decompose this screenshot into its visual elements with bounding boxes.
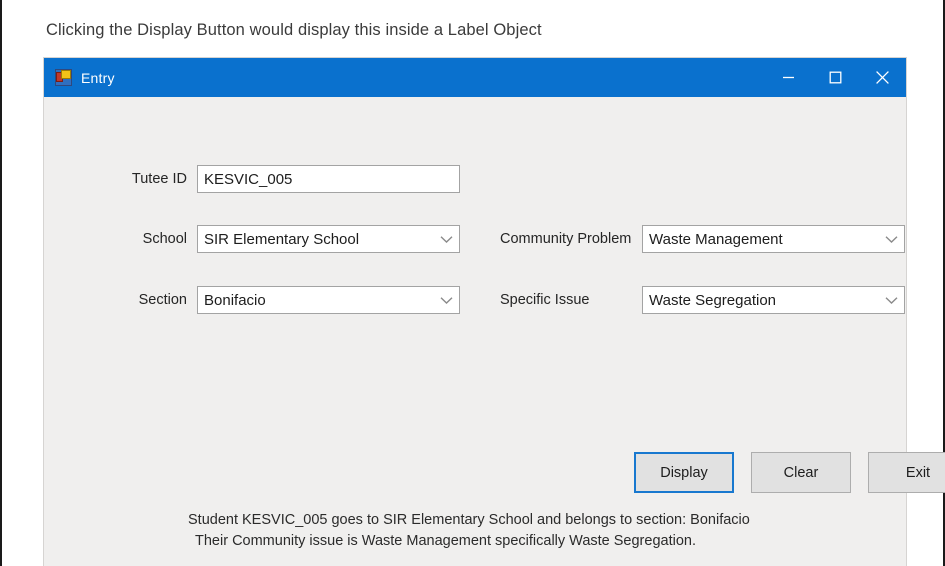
chevron-down-icon[interactable]	[878, 235, 904, 244]
specific-issue-label: Specific Issue	[500, 292, 590, 308]
school-select[interactable]: SIR Elementary School	[197, 225, 460, 253]
tutee-id-input[interactable]: KESVIC_005	[197, 165, 460, 193]
output-line-1: Student KESVIC_005 goes to SIR Elementar…	[188, 512, 750, 528]
specific-issue-value: Waste Segregation	[649, 291, 777, 309]
minimize-icon[interactable]	[765, 58, 812, 97]
specific-issue-select[interactable]: Waste Segregation	[642, 286, 905, 314]
window-controls	[765, 58, 906, 97]
clear-button[interactable]: Clear	[751, 452, 851, 493]
chevron-down-icon[interactable]	[433, 235, 459, 244]
field-tutee-id: Tutee ID KESVIC_005	[104, 165, 460, 193]
output-label: Student KESVIC_005 goes to SIR Elementar…	[188, 510, 788, 552]
community-problem-label: Community Problem	[500, 231, 632, 247]
field-school: School SIR Elementary School	[104, 225, 460, 253]
window-titlebar[interactable]: Entry	[44, 58, 906, 97]
vb-form-icon	[55, 69, 72, 86]
community-problem-value: Waste Management	[649, 230, 783, 248]
tutee-id-label: Tutee ID	[131, 171, 187, 187]
chevron-down-icon[interactable]	[878, 296, 904, 305]
school-label: School	[142, 231, 187, 247]
page-caption: Clicking the Display Button would displa…	[46, 21, 542, 39]
section-label: Section	[138, 292, 187, 308]
entry-window: Entry Tutee ID KESVIC_005 School SIR Ele…	[44, 58, 945, 566]
output-line-2: Their Community issue is Waste Managemen…	[195, 533, 696, 549]
chevron-down-icon[interactable]	[433, 296, 459, 305]
field-specific-issue: Specific Issue Waste Segregation	[500, 286, 905, 314]
community-problem-select[interactable]: Waste Management	[642, 225, 905, 253]
school-value: SIR Elementary School	[204, 230, 360, 248]
window-title: Entry	[81, 69, 115, 86]
section-value: Bonifacio	[204, 291, 266, 309]
display-button[interactable]: Display	[634, 452, 734, 493]
field-community-problem: Community Problem Waste Management	[500, 225, 905, 253]
close-icon[interactable]	[859, 58, 906, 97]
action-buttons: Display Clear Exit	[634, 452, 945, 493]
form-client-area: Tutee ID KESVIC_005 School SIR Elementar…	[44, 97, 945, 566]
exit-button[interactable]: Exit	[868, 452, 945, 493]
field-section: Section Bonifacio	[104, 286, 460, 314]
maximize-icon[interactable]	[812, 58, 859, 97]
section-select[interactable]: Bonifacio	[197, 286, 460, 314]
